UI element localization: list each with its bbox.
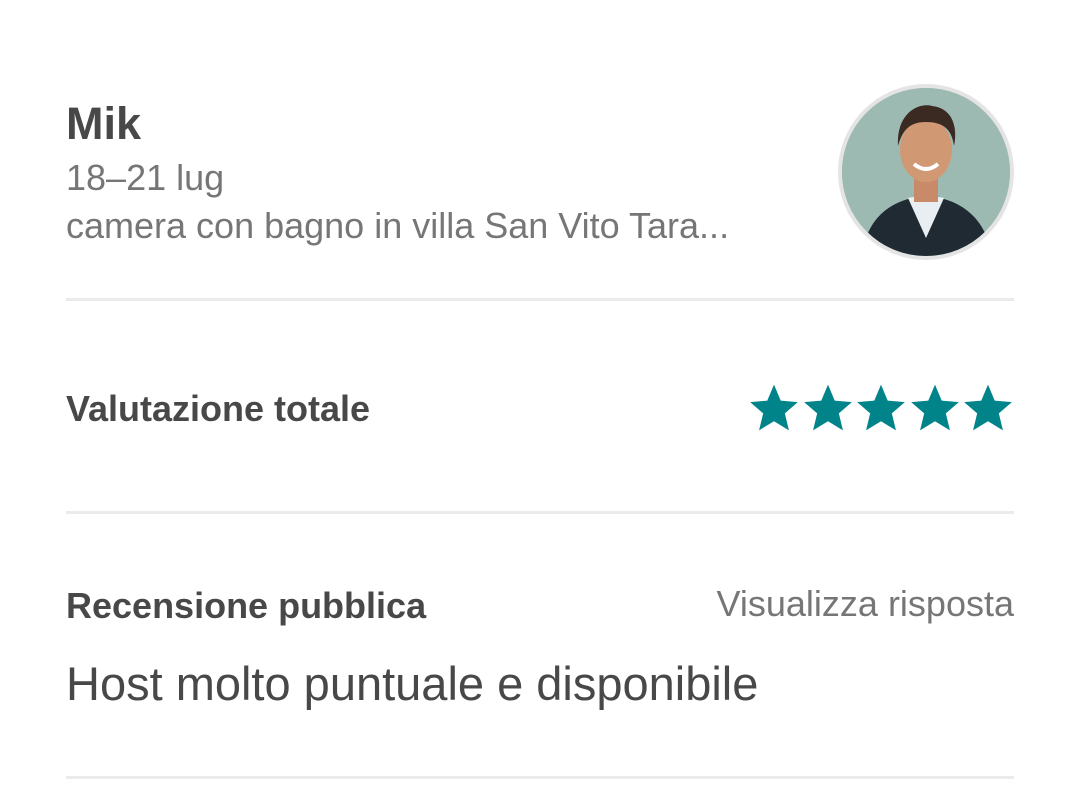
star-icon — [803, 384, 852, 431]
divider — [66, 298, 1014, 301]
star-icon — [857, 384, 905, 431]
view-reply-link[interactable]: Visualizza risposta — [717, 583, 1014, 625]
divider — [66, 511, 1014, 514]
avatar-photo-icon — [842, 88, 1010, 256]
rating-stars — [748, 382, 1014, 436]
star-icon — [964, 384, 1012, 431]
star-icon — [910, 384, 959, 431]
stay-dates: 18–21 lug — [66, 157, 225, 198]
rating-label: Valutazione totale — [66, 388, 371, 429]
divider — [66, 776, 1014, 779]
review-label: Recensione pubblica — [66, 585, 427, 626]
guest-name: Mik — [66, 98, 142, 149]
listing-title: camera con bagno in villa San Vito Tara.… — [66, 205, 730, 246]
star-icon — [750, 384, 798, 431]
review-text: Host molto puntuale e disponibile — [66, 657, 759, 710]
guest-avatar[interactable] — [838, 84, 1014, 260]
